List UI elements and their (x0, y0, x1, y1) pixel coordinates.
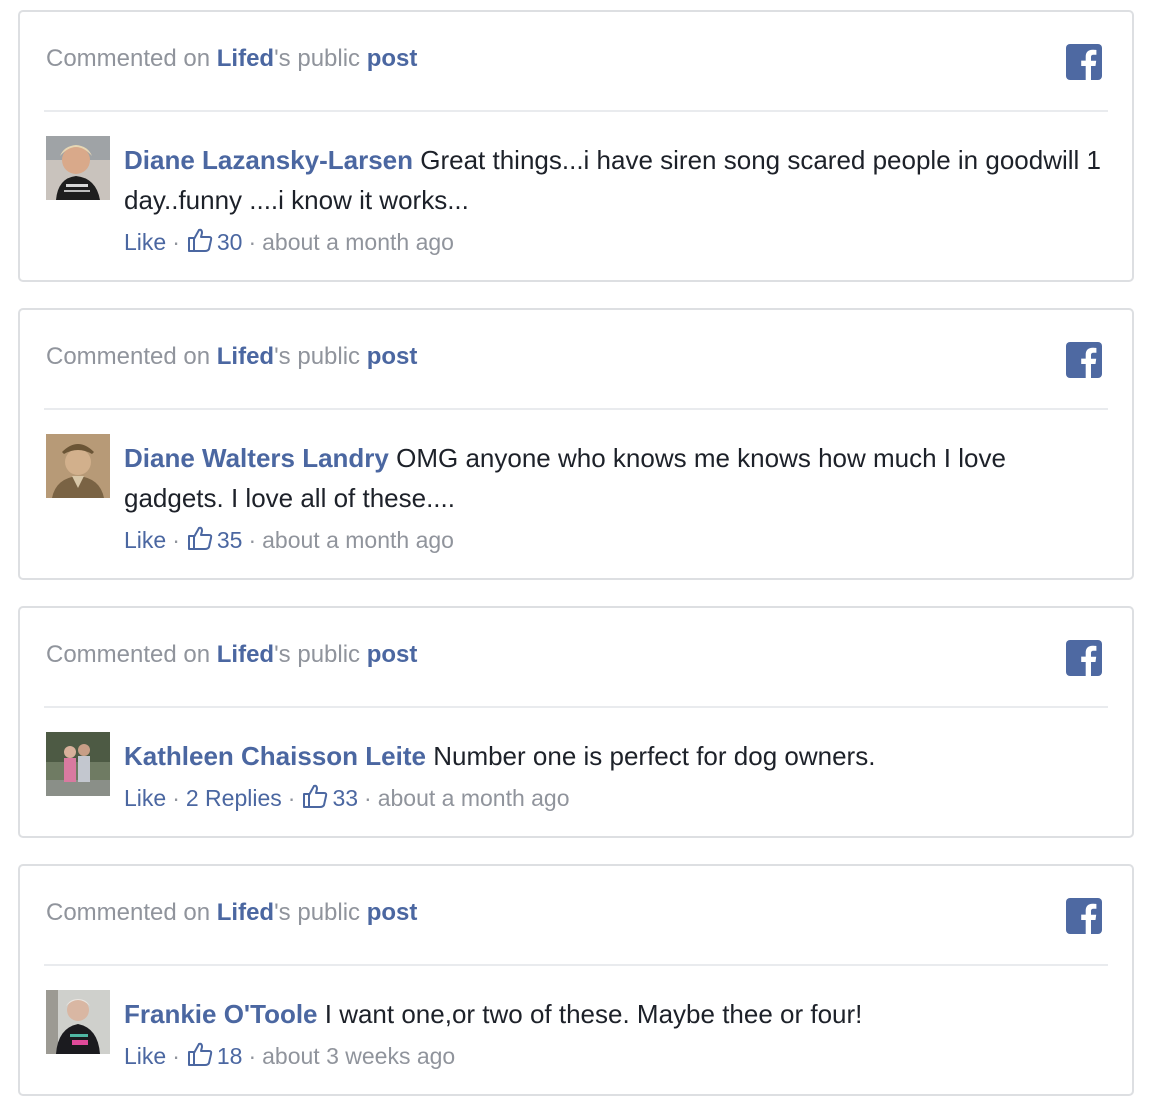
context-middle: 's public (274, 45, 367, 72)
context-prefix: Commented on (46, 899, 217, 926)
thumbs-up-icon (186, 226, 214, 254)
context-prefix: Commented on (46, 45, 217, 72)
comment: Diane Lazansky-Larsen Great things...i h… (44, 112, 1108, 257)
comment-context: Commented on Lifed's public post (46, 640, 417, 670)
context-middle: 's public (274, 641, 367, 668)
avatar[interactable] (46, 990, 110, 1054)
comment-text: Diane Walters Landry OMG anyone who know… (124, 438, 1104, 518)
context-middle: 's public (274, 343, 367, 370)
post-link[interactable]: post (367, 45, 418, 72)
comment-card: Commented on Lifed's public post Diane L… (18, 10, 1134, 282)
comment-author[interactable]: Frankie O'Toole (124, 999, 318, 1029)
timestamp: about a month ago (262, 527, 454, 553)
context-prefix: Commented on (46, 343, 217, 370)
comment-actions: Like · 18 · about 3 weeks ago (124, 1040, 1108, 1071)
like-button[interactable]: Like (124, 527, 166, 553)
comment-text: Frankie O'Toole I want one,or two of the… (124, 994, 1104, 1034)
like-button[interactable]: Like (124, 229, 166, 255)
facebook-icon[interactable] (1066, 44, 1102, 80)
page-link[interactable]: Lifed (217, 343, 274, 370)
comment-card: Commented on Lifed's public post Frankie… (18, 864, 1134, 1096)
context-prefix: Commented on (46, 641, 217, 668)
comment: Frankie O'Toole I want one,or two of the… (44, 966, 1108, 1071)
comment-context: Commented on Lifed's public post (46, 44, 417, 74)
card-header: Commented on Lifed's public post (44, 12, 1108, 112)
like-button[interactable]: Like (124, 1043, 166, 1069)
post-link[interactable]: post (367, 343, 418, 370)
comment-card: Commented on Lifed's public post Kathlee… (18, 606, 1134, 838)
thumbs-up-icon (186, 524, 214, 552)
post-link[interactable]: post (367, 899, 418, 926)
comment-context: Commented on Lifed's public post (46, 898, 417, 928)
page-link[interactable]: Lifed (217, 899, 274, 926)
card-header: Commented on Lifed's public post (44, 866, 1108, 966)
comment-author[interactable]: Diane Walters Landry (124, 443, 389, 473)
comment-author[interactable]: Kathleen Chaisson Leite (124, 741, 426, 771)
facebook-icon[interactable] (1066, 898, 1102, 934)
comment-text: Diane Lazansky-Larsen Great things...i h… (124, 140, 1104, 220)
comment-actions: Like · 30 · about a month ago (124, 226, 1108, 257)
comment-author[interactable]: Diane Lazansky-Larsen (124, 145, 413, 175)
separator: · (364, 785, 372, 811)
card-header: Commented on Lifed's public post (44, 608, 1108, 708)
like-count[interactable]: 18 (217, 1043, 243, 1069)
timestamp: about a month ago (262, 229, 454, 255)
avatar[interactable] (46, 136, 110, 200)
avatar[interactable] (46, 732, 110, 796)
card-header: Commented on Lifed's public post (44, 310, 1108, 410)
comment: Kathleen Chaisson Leite Number one is pe… (44, 708, 1108, 813)
replies-link[interactable]: 2 Replies (186, 785, 282, 811)
comment-text: Kathleen Chaisson Leite Number one is pe… (124, 736, 1104, 776)
separator: · (172, 785, 180, 811)
comment-feed: Commented on Lifed's public post Diane L… (0, 0, 1154, 1120)
comment-context: Commented on Lifed's public post (46, 342, 417, 372)
separator: · (248, 229, 257, 255)
separator: · (172, 527, 180, 553)
like-count[interactable]: 30 (217, 229, 243, 255)
facebook-icon[interactable] (1066, 342, 1102, 378)
comment-card: Commented on Lifed's public post Diane W… (18, 308, 1134, 580)
separator: · (172, 229, 180, 255)
timestamp: about 3 weeks ago (262, 1043, 456, 1069)
separator: · (248, 1043, 257, 1069)
page-link[interactable]: Lifed (217, 45, 274, 72)
separator: · (287, 785, 296, 811)
comment: Diane Walters Landry OMG anyone who know… (44, 410, 1108, 555)
thumbs-up-icon (186, 1040, 214, 1068)
avatar[interactable] (46, 434, 110, 498)
comment-message: Number one is perfect for dog owners. (433, 741, 876, 771)
comment-actions: Like · 35 · about a month ago (124, 524, 1108, 555)
like-count[interactable]: 35 (217, 527, 243, 553)
separator: · (172, 1043, 180, 1069)
facebook-icon[interactable] (1066, 640, 1102, 676)
like-count[interactable]: 33 (332, 785, 358, 811)
comment-message: I want one,or two of these. Maybe thee o… (324, 999, 863, 1029)
page-link[interactable]: Lifed (217, 641, 274, 668)
thumbs-up-icon (301, 782, 329, 810)
comment-actions: Like · 2 Replies · 33 · about a month ago (124, 782, 1108, 813)
like-button[interactable]: Like (124, 785, 166, 811)
post-link[interactable]: post (367, 641, 418, 668)
separator: · (248, 527, 257, 553)
context-middle: 's public (274, 899, 367, 926)
timestamp: about a month ago (377, 785, 570, 811)
